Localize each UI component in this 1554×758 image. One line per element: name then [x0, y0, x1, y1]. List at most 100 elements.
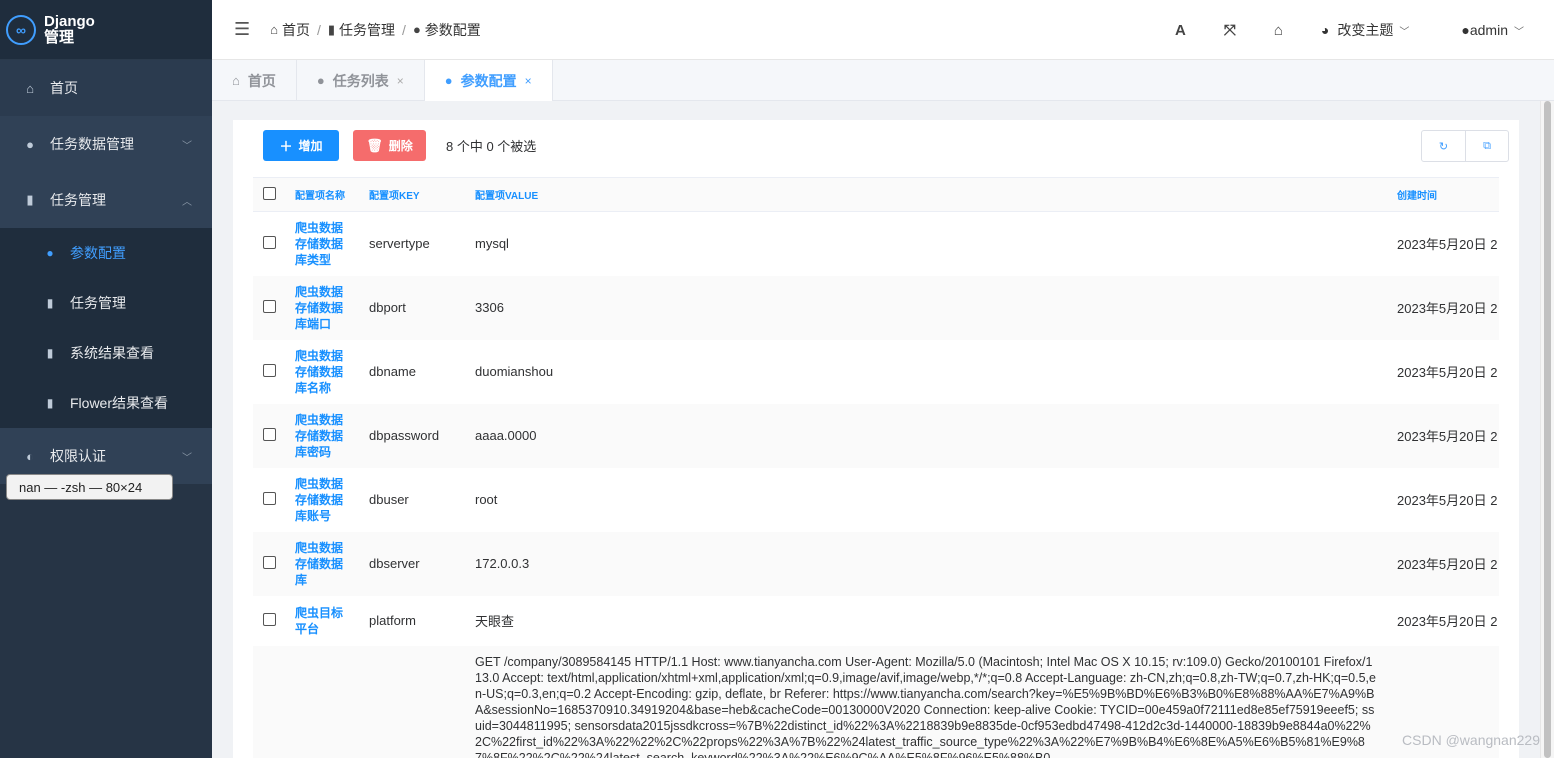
export-icon[interactable]: ⧉ — [1465, 131, 1508, 161]
config-value: mysql — [475, 236, 509, 252]
row-checkbox[interactable] — [263, 299, 276, 313]
sidebar-item-task-data[interactable]: ● 任务数据管理 ﹀ — [0, 116, 212, 172]
config-name-link[interactable]: 爬虫数据存储数据库账号 — [295, 476, 353, 524]
hamburger-icon[interactable]: ☰ — [234, 19, 250, 40]
sidebar-item-label: 首页 — [50, 80, 78, 96]
column-header-name[interactable]: 配置项名称 — [295, 177, 369, 212]
tab-label: 参数配置 — [460, 72, 517, 89]
main-content: ＋ 增加 🗑 删除 8 个中 0 个被选 ↻ ⧉ 配置项名称 配置项KEY 配置… — [212, 101, 1554, 758]
sidebar-subitem-label: Flower结果查看 — [70, 395, 169, 411]
file-icon: ▮ — [46, 296, 54, 310]
config-name-link[interactable]: 爬虫数据存储数据库名称 — [295, 348, 353, 396]
config-key: dbpassword — [369, 428, 440, 443]
font-size-icon[interactable]: A — [1175, 22, 1186, 39]
sidebar: ∞ Django 管理 ⌂ 首页 ● 任务数据管理 ﹀ ▮ 任务管理 ︿ ● 参… — [0, 0, 212, 758]
breadcrumb-separator: / — [317, 21, 321, 38]
brand-title: Django 管理 — [44, 12, 95, 46]
theme-label: 改变主题 — [1337, 22, 1394, 38]
config-name-link[interactable]: 爬虫目标平台 — [295, 605, 353, 637]
user-dropdown[interactable]: ● admin ﹀ — [1461, 22, 1524, 38]
chevron-down-icon: ﹀ — [1514, 26, 1524, 38]
config-value: root — [475, 492, 498, 507]
user-icon: ● — [46, 246, 54, 260]
created-time: 2023年5月20日 2 — [1397, 614, 1498, 629]
users-cog-icon: ◐ — [26, 448, 34, 464]
select-all-checkbox[interactable] — [263, 186, 276, 200]
config-table: 配置项名称 配置项KEY 配置项VALUE 创建时间 爬虫数据存储数据库类型 s… — [253, 177, 1499, 758]
scrollbar[interactable] — [1540, 101, 1554, 758]
breadcrumb-item[interactable]: 首页 — [282, 20, 310, 40]
sidebar-item-task-management[interactable]: ▮ 任务管理 ︿ — [0, 172, 212, 228]
tab-bar: ⌂ 首页 ● 任务列表 × ● 参数配置 × — [212, 60, 1554, 101]
config-name-link[interactable]: 爬虫数据存储数据库 — [295, 540, 353, 588]
brand[interactable]: ∞ Django 管理 — [0, 0, 212, 60]
config-value: duomianshou — [475, 364, 554, 379]
home-icon: ⌂ — [232, 73, 240, 88]
content-card: ＋ 增加 🗑 删除 8 个中 0 个被选 ↻ ⧉ 配置项名称 配置项KEY 配置… — [233, 120, 1519, 758]
tab-label: 任务列表 — [332, 72, 389, 89]
column-header-created[interactable]: 创建时间 — [1397, 177, 1499, 212]
sidebar-subitem-label: 系统结果查看 — [70, 345, 154, 361]
add-button[interactable]: ＋ 增加 — [263, 130, 339, 161]
tab-home[interactable]: ⌂ 首页 — [212, 60, 297, 101]
plus-icon: ＋ — [279, 139, 293, 154]
breadcrumb-separator: / — [402, 21, 406, 38]
table-row: 爬虫数据存储数据库密码 dbpassword aaaa.0000 2023年5月… — [253, 403, 1499, 468]
table-row: 爬虫数据存储数据库 dbserver 172.0.0.3 2023年5月20日 … — [253, 531, 1499, 596]
column-header-value[interactable]: 配置项VALUE — [475, 177, 1397, 212]
user-label: admin — [1469, 22, 1508, 38]
created-time: 2023年5月20日 2 — [1397, 429, 1498, 444]
home-icon[interactable]: ⌂ — [1274, 22, 1283, 39]
sidebar-subitem-results[interactable]: ▮ 系统结果查看 — [0, 328, 212, 378]
created-time: 2023年5月20日 2 — [1397, 301, 1498, 316]
sidebar-item-label: 任务数据管理 — [50, 136, 134, 152]
palette-icon: ◕ — [1320, 22, 1330, 38]
add-label: 增加 — [298, 139, 323, 153]
config-value: 3306 — [475, 300, 504, 315]
home-icon: ⌂ — [26, 80, 34, 96]
delete-button[interactable]: 🗑 删除 — [353, 130, 426, 161]
tab-task-list[interactable]: ● 任务列表 × — [297, 60, 425, 101]
sidebar-subitem-tasks[interactable]: ▮ 任务管理 — [0, 278, 212, 328]
breadcrumb-item: 参数配置 — [424, 21, 481, 38]
refresh-icon[interactable]: ↻ — [1422, 131, 1465, 161]
sidebar-item-home[interactable]: ⌂ 首页 — [0, 60, 212, 116]
close-icon[interactable]: × — [397, 74, 404, 88]
delete-label: 删除 — [388, 139, 413, 153]
sidebar-subitem-params[interactable]: ● 参数配置 — [0, 228, 212, 278]
theme-dropdown[interactable]: ◕ 改变主题 ﹀ — [1321, 20, 1409, 40]
watermark: CSDN @wangnan229 — [1402, 732, 1540, 748]
config-value: aaaa.0000 — [475, 428, 537, 443]
table-row: 爬虫目标平台 platform 天眼查 2023年5月20日 2 — [253, 596, 1499, 646]
config-key: platform — [369, 613, 416, 628]
config-key: dbname — [369, 364, 416, 379]
selection-info: 8 个中 0 个被选 — [446, 139, 537, 154]
fullscreen-icon[interactable]: ⤧ — [1224, 22, 1236, 39]
close-icon[interactable]: × — [525, 74, 532, 88]
config-key: servertype — [369, 236, 430, 252]
row-checkbox[interactable] — [263, 235, 276, 249]
table-row: 爬虫数据存储数据库账号 dbuser root 2023年5月20日 2 — [253, 468, 1499, 532]
tab-params[interactable]: ● 参数配置 × — [424, 60, 553, 101]
sidebar-subitem-flower[interactable]: ▮ Flower结果查看 — [0, 378, 212, 428]
config-value: 172.0.0.3 — [475, 556, 530, 571]
scrollbar-thumb[interactable] — [1544, 101, 1551, 758]
config-name-link[interactable]: 爬虫数据存储数据库密码 — [295, 412, 353, 460]
table-row: 爬虫数据存储数据库端口 dbport 3306 2023年5月20日 2 — [253, 275, 1499, 340]
row-checkbox[interactable] — [263, 427, 276, 441]
row-checkbox[interactable] — [263, 491, 276, 505]
user-icon: ● — [412, 22, 421, 37]
file-icon: ▮ — [26, 192, 34, 207]
row-checkbox[interactable] — [263, 612, 276, 626]
row-checkbox[interactable] — [263, 363, 276, 377]
chevron-up-icon: ︿ — [182, 196, 192, 208]
row-checkbox[interactable] — [263, 555, 276, 569]
created-time: 2023年5月20日 2 — [1397, 557, 1498, 572]
config-name-link[interactable]: 爬虫数据存储数据库端口 — [295, 284, 353, 332]
column-header-key[interactable]: 配置项KEY — [369, 177, 475, 212]
config-name-link[interactable]: 爬虫数据存储数据库类型 — [295, 220, 353, 268]
breadcrumb-item[interactable]: 任务管理 — [339, 20, 395, 40]
breadcrumb: ⌂ 首页 / ▮ 任务管理 / ● 参数配置 — [270, 20, 481, 40]
config-key: dbuser — [369, 492, 409, 507]
config-key: dbport — [369, 300, 406, 315]
